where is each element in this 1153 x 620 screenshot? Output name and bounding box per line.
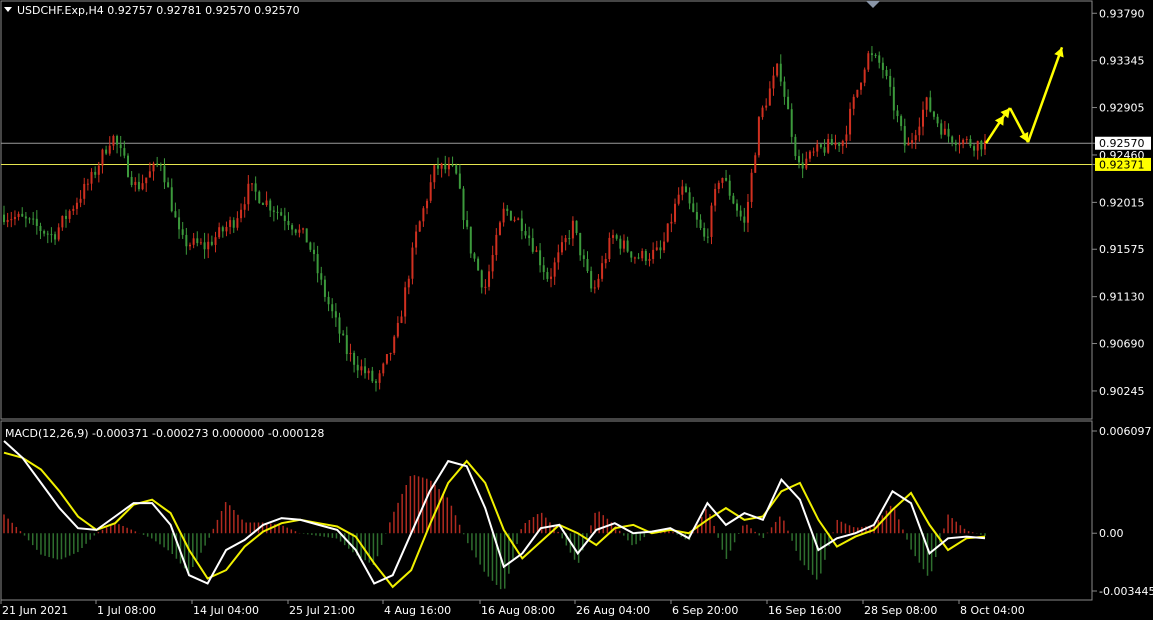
price-tick-label: 0.92015 — [1099, 196, 1145, 209]
price-tick-label: 0.92371 — [1099, 158, 1145, 171]
candle — [867, 50, 870, 72]
candle — [509, 210, 512, 222]
time-tick: 25 Jul 21:00 — [287, 600, 355, 617]
price-tick-label: 0.93345 — [1099, 55, 1145, 68]
price-tick-label: 0.90245 — [1099, 385, 1145, 398]
candle — [856, 89, 859, 99]
candle — [411, 242, 414, 285]
price-tick: 0.90690 — [1092, 338, 1145, 351]
candle — [776, 63, 779, 78]
time-tick-label: 14 Jul 04:00 — [193, 604, 259, 617]
price-tick: 0.90245 — [1092, 385, 1145, 398]
price-tick: 0.92015 — [1092, 196, 1145, 209]
time-tick: 16 Sep 16:00 — [766, 600, 841, 617]
candle — [305, 228, 308, 243]
macd-panel-frame — [0, 420, 1093, 601]
macd-tick-label: 0.006097 — [1099, 425, 1152, 438]
time-tick: 1 Jul 08:00 — [95, 600, 156, 617]
macd-tick-label: 0.00 — [1099, 527, 1124, 540]
candle — [455, 163, 458, 175]
time-tick: 21 Jun 2021 — [0, 600, 68, 617]
candle — [575, 220, 578, 236]
time-tick-label: 16 Aug 08:00 — [481, 604, 555, 617]
price-tick: 0.93345 — [1092, 55, 1145, 68]
time-tick-label: 6 Sep 20:00 — [672, 604, 738, 617]
time-tick-label: 25 Jul 21:00 — [289, 604, 355, 617]
symbol-header: USDCHF.Exp,H4 0.92757 0.92781 0.92570 0.… — [17, 4, 300, 17]
price-tick-label: 0.90690 — [1099, 338, 1145, 351]
price-tick-label: 0.91575 — [1099, 243, 1145, 256]
price-tick: 0.92905 — [1092, 102, 1145, 115]
chart-canvas: 0.937900.933450.929050.925700.924600.923… — [0, 0, 1153, 617]
time-tick: 4 Aug 16:00 — [382, 600, 451, 617]
candle — [393, 334, 396, 355]
time-tick-label: 8 Oct 04:00 — [960, 604, 1025, 617]
candle — [469, 226, 472, 258]
price-panel-frame — [0, 0, 1093, 420]
time-axis: 21 Jun 2021 1 Jul 08:00 14 Jul 04:00 25 Jul… — [0, 600, 1025, 617]
time-tick-label: 4 Aug 16:00 — [384, 604, 451, 617]
candle — [258, 190, 261, 204]
candle — [757, 116, 760, 158]
time-tick-label: 28 Sep 08:00 — [864, 604, 937, 617]
time-tick: 8 Oct 04:00 — [958, 600, 1025, 617]
time-tick: 14 Jul 04:00 — [191, 600, 259, 617]
time-tick-label: 16 Sep 16:00 — [768, 604, 841, 617]
time-tick: 6 Sep 20:00 — [670, 600, 738, 617]
candle — [498, 220, 501, 236]
candle — [385, 354, 388, 365]
price-tick: 0.91575 — [1092, 243, 1145, 256]
macd-tick: -0.003445 — [1092, 585, 1153, 598]
price-tick-label: 0.92905 — [1099, 102, 1145, 115]
price-tick: 0.93790 — [1092, 7, 1145, 20]
time-tick: 26 Aug 04:00 — [574, 600, 650, 617]
price-tick: 0.91130 — [1092, 291, 1145, 304]
macd-axis: 0.006097 0.00 -0.003445 — [1092, 425, 1153, 598]
macd-tick-label: -0.003445 — [1099, 585, 1153, 598]
macd-tick: 0.00 — [1092, 527, 1124, 540]
time-tick-label: 21 Jun 2021 — [2, 604, 68, 617]
price-tick-label: 0.93790 — [1099, 7, 1145, 20]
price-axis: 0.937900.933450.929050.925700.924600.923… — [1092, 7, 1151, 398]
time-tick-label: 26 Aug 04:00 — [576, 604, 650, 617]
macd-header: MACD(12,26,9) -0.000371 -0.000273 0.0000… — [5, 427, 324, 440]
time-tick: 16 Aug 08:00 — [479, 600, 555, 617]
candle — [666, 223, 669, 243]
macd-tick: 0.006097 — [1092, 425, 1152, 438]
price-tick-label: 0.91130 — [1099, 291, 1145, 304]
price-tick: 0.92371 — [1092, 157, 1151, 171]
candle — [418, 220, 421, 232]
candle — [126, 153, 129, 178]
time-tick-label: 1 Jul 08:00 — [97, 604, 156, 617]
time-tick: 28 Sep 08:00 — [862, 600, 937, 617]
candle — [754, 152, 757, 174]
